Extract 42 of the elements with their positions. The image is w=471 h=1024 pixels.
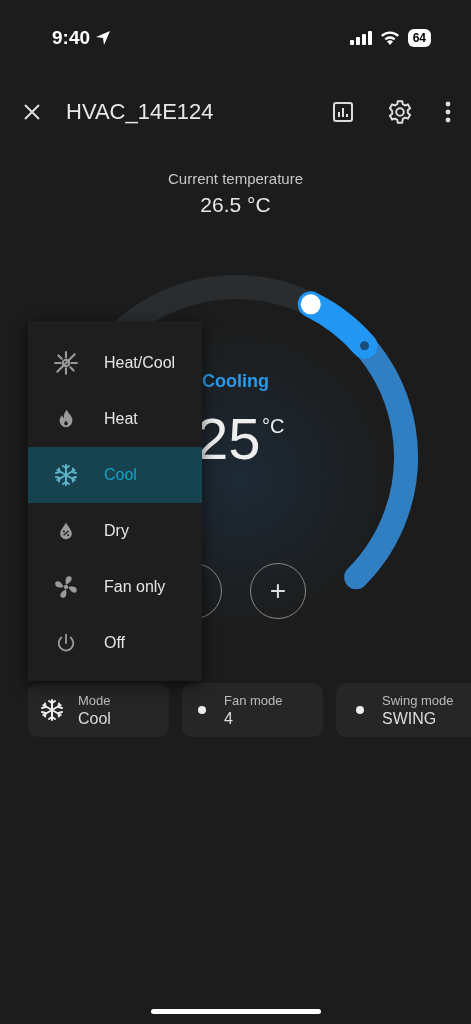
feature-card[interactable]: Fan mode 4 (182, 683, 323, 737)
location-arrow-icon (95, 30, 112, 46)
current-temperature-value: 26.5 °C (200, 193, 271, 217)
mode-menu-item[interactable]: Heat/Cool (28, 335, 202, 391)
mode-label: Cool (104, 466, 137, 484)
history-chart-button[interactable] (331, 100, 355, 124)
current-temperature-marker (360, 341, 369, 351)
dot-icon (356, 706, 364, 714)
mode-label: Heat/Cool (104, 354, 176, 372)
feature-value: SWING (382, 709, 438, 728)
hvac-action: Cooling (201, 371, 270, 392)
mode-label: Dry (104, 522, 129, 540)
feature-label: Fan mode (224, 692, 283, 708)
settings-button[interactable] (387, 99, 413, 125)
mode-label: Fan only (104, 578, 166, 596)
feature-value: 4 (224, 709, 234, 728)
power-icon (55, 632, 77, 654)
feature-card[interactable]: Swing mode SWING (336, 683, 471, 737)
feature-card[interactable]: Mode Cool (28, 683, 169, 737)
wifi-icon (379, 31, 400, 45)
signal-icon (349, 31, 372, 45)
mode-menu-item[interactable]: Dry (28, 503, 202, 559)
feature-label: Swing mode (382, 692, 454, 708)
current-temperature-label: Current temperature (167, 170, 304, 187)
feature-value: Cool (78, 709, 111, 728)
mode-label: Off (104, 634, 126, 652)
fan-icon (53, 574, 79, 600)
dot-icon (198, 706, 206, 714)
snowflake-icon (40, 698, 64, 722)
feature-label: Mode (78, 692, 111, 708)
device-title: HVAC_14E124 (66, 99, 214, 125)
slider-thumb[interactable] (300, 294, 321, 315)
mode-label: Heat (104, 410, 138, 428)
mode-menu-item[interactable]: Fan only (28, 559, 202, 615)
battery-level: 64 (407, 29, 431, 47)
temperature-unit: °C (262, 415, 285, 438)
snowflake-icon (54, 463, 78, 487)
mode-menu-item[interactable]: Cool (28, 447, 202, 503)
sun-snowflake-icon (53, 350, 79, 376)
mode-menu-item[interactable]: Off (28, 615, 202, 671)
more-options-button[interactable] (445, 101, 451, 123)
clock-time: 9:40 (52, 27, 91, 49)
